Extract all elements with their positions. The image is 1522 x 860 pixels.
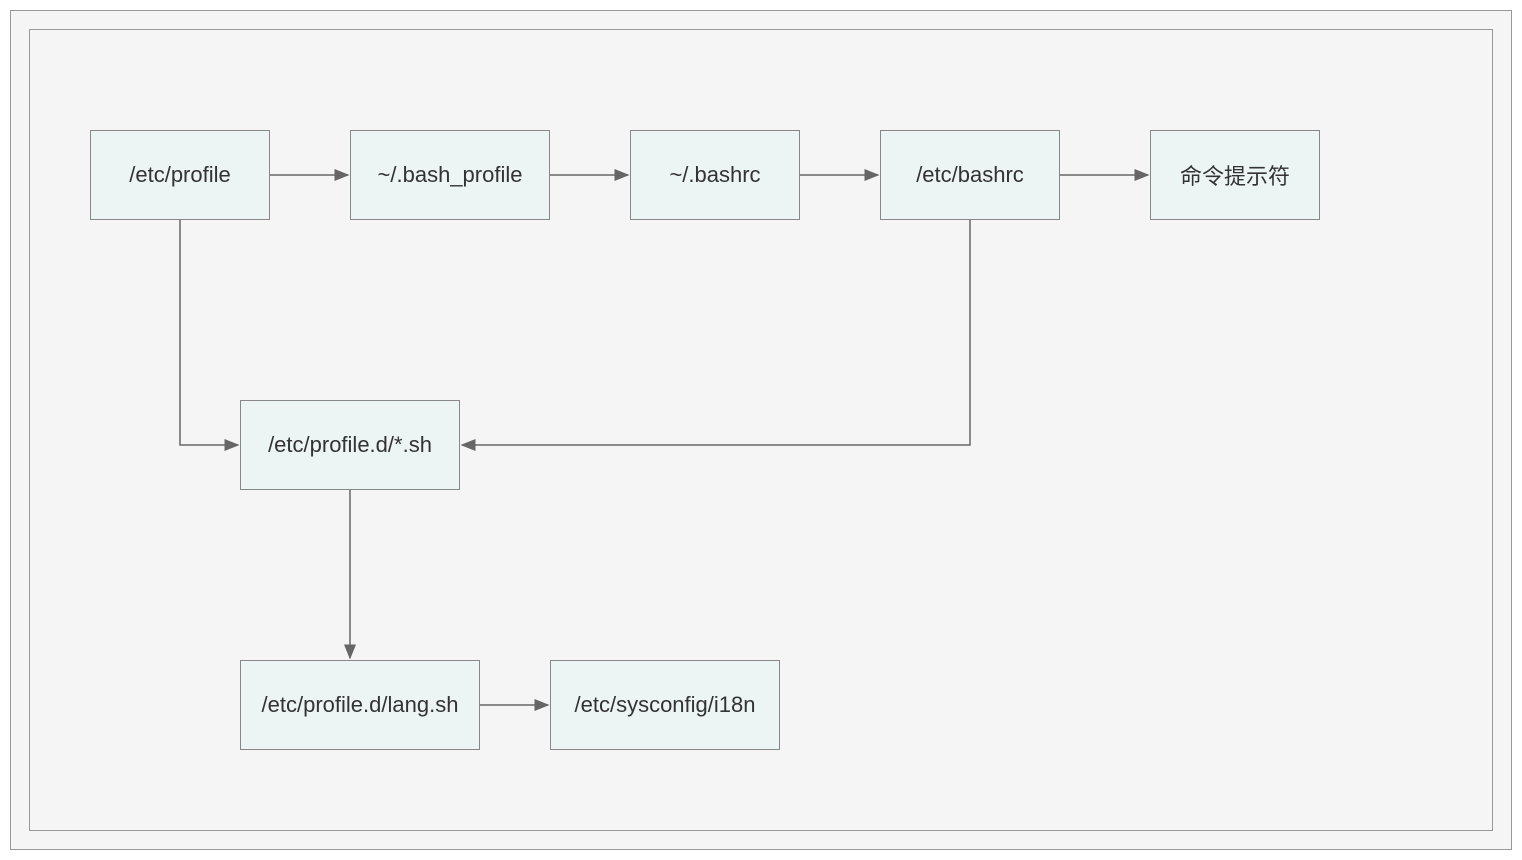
node-label: ~/.bash_profile xyxy=(378,162,523,188)
node-label: 命令提示符 xyxy=(1180,159,1290,191)
diagram-outer-frame: /etc/profile ~/.bash_profile ~/.bashrc /… xyxy=(10,10,1512,850)
node-sysconfig-i18n: /etc/sysconfig/i18n xyxy=(550,660,780,750)
node-label: /etc/profile xyxy=(129,162,231,188)
diagram-canvas: /etc/profile ~/.bash_profile ~/.bashrc /… xyxy=(29,29,1493,831)
node-label: /etc/profile.d/lang.sh xyxy=(262,692,459,718)
node-etc-bashrc: /etc/bashrc xyxy=(880,130,1060,220)
node-bashrc: ~/.bashrc xyxy=(630,130,800,220)
node-label: /etc/profile.d/*.sh xyxy=(268,432,432,458)
edge-etc-bashrc-to-profile-d-sh xyxy=(462,220,970,445)
node-bash-profile: ~/.bash_profile xyxy=(350,130,550,220)
edge-etc-profile-to-profile-d-sh xyxy=(180,220,238,445)
node-lang-sh: /etc/profile.d/lang.sh xyxy=(240,660,480,750)
node-etc-profile: /etc/profile xyxy=(90,130,270,220)
node-label: ~/.bashrc xyxy=(669,162,760,188)
node-label: /etc/sysconfig/i18n xyxy=(575,692,756,718)
node-label: /etc/bashrc xyxy=(916,162,1024,188)
node-profile-d-sh: /etc/profile.d/*.sh xyxy=(240,400,460,490)
node-command-prompt: 命令提示符 xyxy=(1150,130,1320,220)
